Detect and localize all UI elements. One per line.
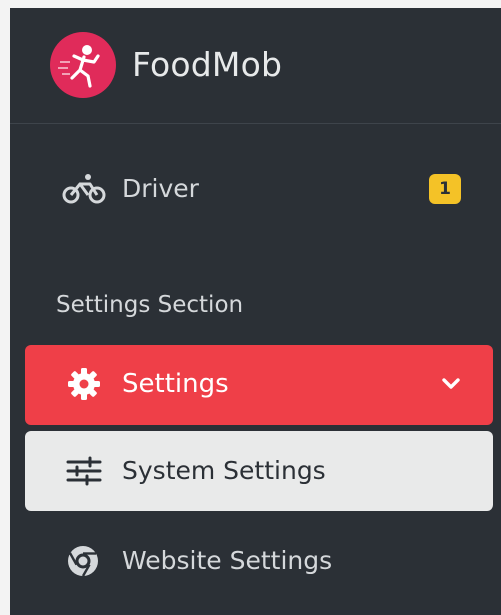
gear-icon — [67, 367, 101, 401]
sidebar-item-label: Settings — [122, 369, 229, 399]
sliders-icon — [65, 454, 103, 488]
sidebar-item-website-settings[interactable]: Website Settings — [10, 538, 501, 584]
bicycle-icon — [60, 172, 108, 206]
chevron-down-icon[interactable] — [440, 374, 462, 394]
sidebar-item-label: Website Settings — [122, 546, 333, 575]
section-title: Settings Section — [56, 292, 244, 318]
foodmob-logo-icon — [50, 32, 116, 98]
sidebar-item-system-settings[interactable]: System Settings — [25, 431, 493, 511]
notification-badge: 1 — [429, 174, 461, 204]
sidebar: FoodMob Driver 1 Settings Section Settin… — [10, 8, 501, 615]
brand-header[interactable]: FoodMob — [10, 8, 501, 124]
sidebar-item-label: System Settings — [122, 456, 326, 485]
chrome-icon — [66, 544, 100, 578]
sidebar-item-label: Driver — [122, 174, 199, 203]
sidebar-item-settings[interactable]: Settings — [25, 345, 493, 425]
brand-name: FoodMob — [132, 45, 283, 84]
sidebar-item-driver[interactable]: Driver 1 — [10, 166, 501, 212]
